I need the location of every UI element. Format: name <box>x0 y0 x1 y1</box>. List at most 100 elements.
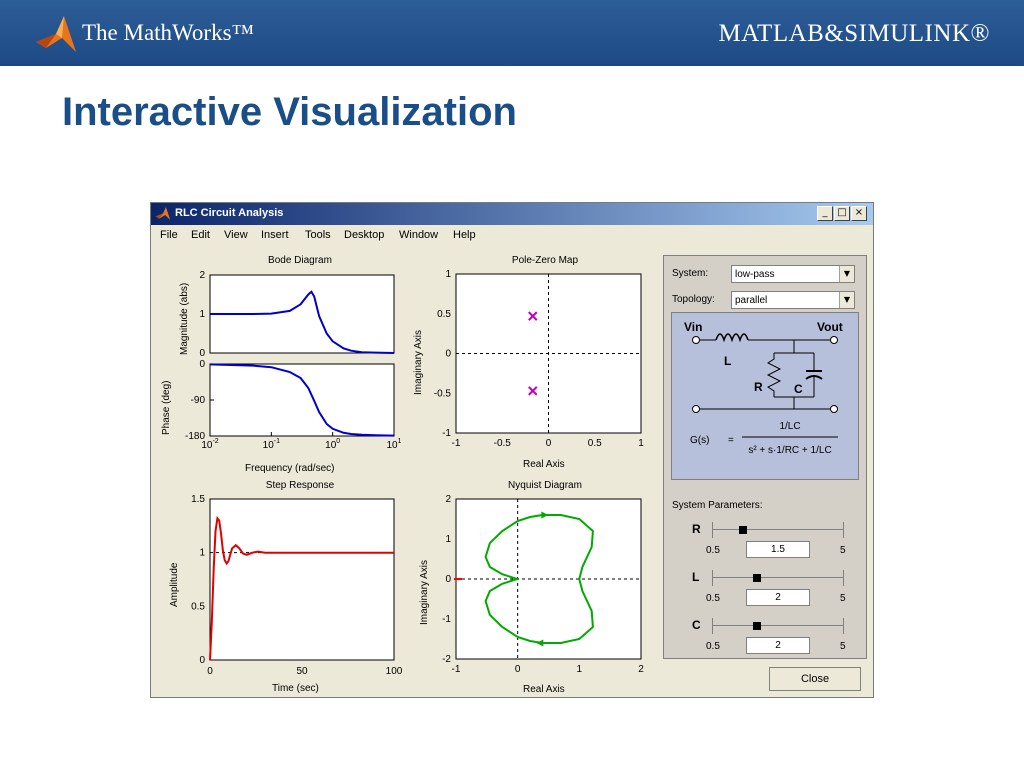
tf-equals: = <box>728 435 734 446</box>
close-window-button[interactable]: × <box>851 206 867 221</box>
capacitor-label: C <box>794 382 803 396</box>
pole-zero-xlabel: Real Axis <box>523 459 565 470</box>
product-name: MATLAB&SIMULINK® <box>718 20 990 47</box>
tick-label: -1 <box>442 614 451 625</box>
menu-file[interactable]: File <box>160 229 178 241</box>
param-r-label: R <box>692 522 701 536</box>
tick-label: 100 <box>325 438 340 448</box>
param-l-label: L <box>692 570 700 584</box>
vout-terminal <box>830 336 838 344</box>
tick-label: 0 <box>199 348 205 357</box>
param-r-value[interactable]: 1.5 <box>746 541 810 558</box>
tick-label: -2 <box>442 654 451 665</box>
step-xlabel: Time (sec) <box>272 683 319 694</box>
window-title: RLC Circuit Analysis <box>175 207 284 219</box>
tick-label: -90 <box>191 395 206 406</box>
params-heading: System Parameters: <box>672 500 763 511</box>
slider-thumb[interactable] <box>752 574 761 582</box>
window-titlebar[interactable]: RLC Circuit Analysis _ □ × <box>151 203 873 225</box>
bode-magnitude-plot: 0 1 2 <box>199 270 395 357</box>
param-l-value[interactable]: 2 <box>746 589 810 606</box>
menu-bar: File Edit View Insert Tools Desktop Wind… <box>151 226 873 244</box>
menu-view[interactable]: View <box>224 229 248 241</box>
tick-label: 0 <box>445 574 451 585</box>
ground-out-terminal <box>830 405 838 413</box>
maximize-button[interactable]: □ <box>834 206 850 221</box>
bode-title: Bode Diagram <box>268 255 332 266</box>
slide-title: Interactive Visualization <box>62 90 517 134</box>
slider-thumb[interactable] <box>752 622 761 630</box>
tick-label: 1 <box>445 534 451 545</box>
control-panel: System: low-pass ▼ Topology: parallel ▼ … <box>663 255 867 659</box>
menu-tools[interactable]: Tools <box>305 229 331 241</box>
menu-desktop[interactable]: Desktop <box>344 229 384 241</box>
tick-label: 1 <box>577 664 583 675</box>
param-c-label: C <box>692 618 701 632</box>
step-axes <box>209 498 395 661</box>
matlab-icon <box>155 206 171 221</box>
tick-label: 1 <box>445 269 451 280</box>
vin-label: Vin <box>684 320 702 334</box>
tick-label: 0 <box>199 655 205 666</box>
param-c-max: 5 <box>840 641 846 652</box>
vin-terminal <box>692 336 700 344</box>
tick-label: 1 <box>199 309 205 320</box>
minimize-button[interactable]: _ <box>817 206 833 221</box>
tick-label: 2 <box>638 664 644 675</box>
param-c-min: 0.5 <box>706 641 720 652</box>
param-l-slider[interactable] <box>712 570 844 586</box>
tick-label: 1 <box>199 548 205 559</box>
bode-phase-ylabel: Phase (deg) <box>161 380 172 435</box>
chevron-down-icon[interactable]: ▼ <box>839 292 854 308</box>
tick-label: 0 <box>199 359 205 370</box>
inductor-symbol <box>715 333 749 343</box>
tick-label: 10-1 <box>263 438 280 448</box>
nyquist-xlabel: Real Axis <box>523 684 565 695</box>
tick-label: 101 <box>386 438 401 448</box>
param-l-max: 5 <box>840 593 846 604</box>
param-c-value[interactable]: 2 <box>746 637 810 654</box>
pole-zero-title: Pole-Zero Map <box>511 255 579 266</box>
param-r-max: 5 <box>840 545 846 556</box>
tick-label: 0 <box>515 664 521 675</box>
tick-label: -0.5 <box>494 438 512 449</box>
tick-label: -1 <box>452 664 461 675</box>
resistor-symbol <box>766 353 782 397</box>
close-button[interactable]: Close <box>769 667 861 691</box>
bode-phase-plot: 0-90-180 10-2 10-1 100 101 <box>185 359 401 448</box>
topology-value: parallel <box>735 295 768 306</box>
menu-edit[interactable]: Edit <box>191 229 210 241</box>
menu-help[interactable]: Help <box>453 229 476 241</box>
slider-thumb[interactable] <box>739 526 748 534</box>
rlc-schematic: Vin Vout L R C G(s) = 1/LC s² + s·1/RC +… <box>684 320 843 456</box>
bode-phase-axes <box>209 363 395 437</box>
topology-dropdown[interactable]: parallel ▼ <box>731 291 855 309</box>
menu-window[interactable]: Window <box>399 229 438 241</box>
tick-label: 50 <box>296 666 308 677</box>
system-dropdown[interactable]: low-pass ▼ <box>731 265 855 283</box>
tick-label: -0.5 <box>434 388 452 399</box>
nyquist-title: Nyquist Diagram <box>508 480 582 491</box>
param-r-slider[interactable] <box>712 522 844 538</box>
chevron-down-icon[interactable]: ▼ <box>839 266 854 282</box>
vout-label: Vout <box>817 320 843 334</box>
step-ylabel: Amplitude <box>169 562 180 607</box>
inductor-label: L <box>724 354 731 368</box>
bode-xlabel: Frequency (rad/sec) <box>245 463 335 474</box>
tick-label: 2 <box>445 494 451 505</box>
tick-label: 0 <box>445 349 451 360</box>
tick-label: 2 <box>199 270 205 281</box>
param-c-slider[interactable] <box>712 618 844 634</box>
circuit-diagram: Vin Vout L R C G(s) = 1/LC s² + s·1/RC +… <box>671 312 859 480</box>
menu-insert[interactable]: Insert <box>261 229 289 241</box>
topology-label: Topology: <box>672 294 715 305</box>
tick-label: 1 <box>638 438 644 449</box>
tf-denominator: s² + s·1/RC + 1/LC <box>748 445 831 456</box>
tick-label: -1 <box>442 428 451 439</box>
company-name: The MathWorks™ <box>82 20 255 45</box>
tick-label: 0.5 <box>191 601 205 612</box>
tick-label: 0 <box>207 666 213 677</box>
app-window: RLC Circuit Analysis _ □ × File Edit Vie… <box>150 202 874 698</box>
step-title: Step Response <box>265 480 335 491</box>
tf-lhs: G(s) <box>690 435 709 446</box>
